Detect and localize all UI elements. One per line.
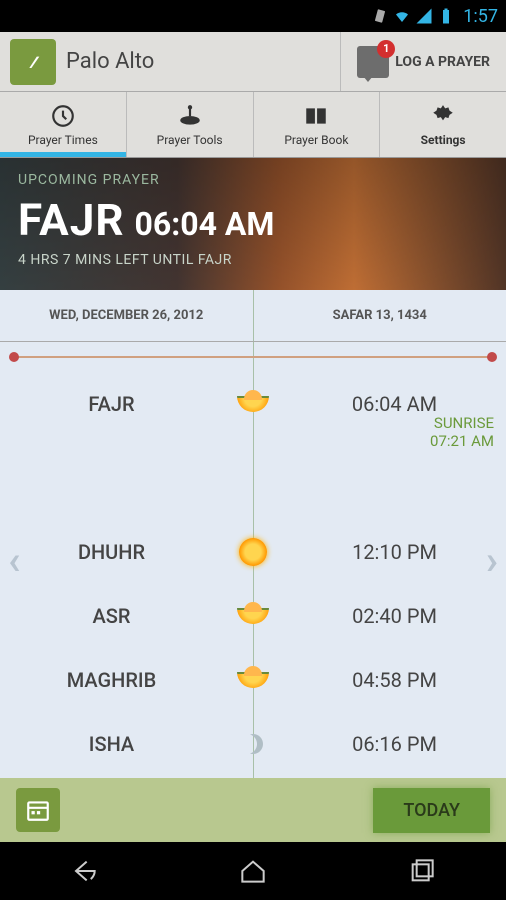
calendar-button[interactable] [16, 788, 60, 832]
prayer-time: 04:58 PM [253, 668, 506, 692]
notification-badge: 1 [377, 40, 395, 58]
status-bar: 1:57 [0, 0, 506, 32]
prayer-row[interactable]: ISHA06:16 PM [0, 712, 506, 776]
moon-icon [243, 734, 263, 754]
battery-icon [437, 7, 455, 25]
note-icon: 1 [357, 46, 389, 78]
prayer-time: 06:16 PM [253, 732, 506, 756]
upcoming-prayer-hero: UPCOMING PRAYER FAJR 06:04 AM 4 HRS 7 MI… [0, 158, 506, 290]
prayer-row[interactable]: ASR02:40 PM [0, 584, 506, 648]
today-button[interactable]: TODAY [373, 788, 490, 833]
footer-bar: TODAY [0, 778, 506, 842]
gregorian-date: WED, DECEMBER 26, 2012 [0, 290, 253, 341]
prayer-row[interactable]: FAJR06:04 AM [0, 372, 506, 436]
recent-button[interactable] [406, 855, 438, 887]
log-prayer-button[interactable]: 1 LOG A PRAYER [340, 32, 506, 91]
tab-prayer-tools[interactable]: Prayer Tools [126, 92, 253, 157]
upcoming-prayer-time: 06:04 AM [135, 205, 275, 243]
horizon-sun-icon [237, 672, 269, 688]
horizon-sun-icon [237, 608, 269, 624]
tools-icon [177, 103, 203, 129]
timeline-bar [14, 356, 492, 358]
prayer-name: ASR [0, 604, 253, 628]
hijri-date: SAFAR 13, 1434 [253, 290, 506, 341]
log-prayer-label: LOG A PRAYER [395, 54, 490, 70]
horizon-sun-icon [237, 396, 269, 412]
wifi-icon [393, 7, 411, 25]
home-button[interactable] [237, 855, 269, 887]
prayer-time: 06:04 AM [253, 392, 506, 416]
prayer-name: DHUHR [0, 540, 253, 564]
vibrate-icon [371, 7, 389, 25]
prayer-name: FAJR [0, 392, 253, 416]
app-header: ؍ Palo Alto 1 LOG A PRAYER [0, 32, 506, 92]
prayer-time: 12:10 PM [253, 540, 506, 564]
upcoming-prayer-name: FAJR [18, 194, 125, 246]
countdown-text: 4 HRS 7 MINS LEFT UNTIL FAJR [18, 252, 488, 268]
tab-prayer-times[interactable]: Prayer Times [0, 92, 126, 157]
prayer-timeline: ‹ › SUNRISE 07:21 AM FAJR06:04 AMDHUHR12… [0, 342, 506, 778]
signal-icon [415, 7, 433, 25]
tab-prayer-book[interactable]: Prayer Book [253, 92, 380, 157]
date-row: WED, DECEMBER 26, 2012 SAFAR 13, 1434 [0, 290, 506, 342]
prayer-name: MAGHRIB [0, 668, 253, 692]
calendar-icon [25, 797, 51, 823]
location-title[interactable]: Palo Alto [66, 49, 340, 74]
upcoming-label: UPCOMING PRAYER [18, 172, 488, 188]
android-navbar [0, 842, 506, 900]
prayer-time: 02:40 PM [253, 604, 506, 628]
prayer-row[interactable]: DHUHR12:10 PM [0, 520, 506, 584]
tab-settings[interactable]: Settings [379, 92, 506, 157]
gear-icon [430, 103, 456, 129]
back-button[interactable] [68, 855, 100, 887]
clock-icon [50, 103, 76, 129]
sun-icon [239, 538, 267, 566]
tab-bar: Prayer Times Prayer Tools Prayer Book Se… [0, 92, 506, 158]
status-time: 1:57 [463, 6, 498, 27]
app-icon[interactable]: ؍ [10, 39, 56, 85]
prayer-row[interactable]: MAGHRIB04:58 PM [0, 648, 506, 712]
book-icon [303, 103, 329, 129]
prayer-name: ISHA [0, 732, 253, 756]
